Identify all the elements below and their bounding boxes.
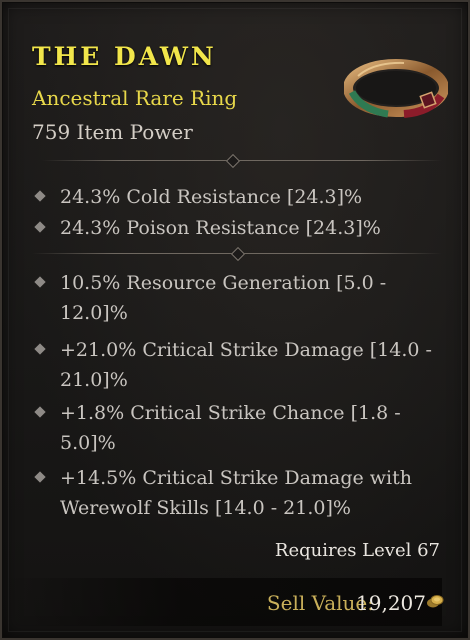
item-tooltip: THE DAWN Ancestral Rare Ring 759 Item Po… xyxy=(0,0,470,640)
affix-line: +14.5% Critical Strike Damage with xyxy=(60,467,412,489)
affix-line: Werewolf Skills [14.0 - 21.0]% xyxy=(60,497,351,519)
affix-text: 24.3% Cold Resistance [24.3]% xyxy=(60,186,363,208)
diamond-bullet-icon xyxy=(34,190,46,202)
diamond-bullet-icon xyxy=(34,221,46,233)
diamond-bullet-icon xyxy=(34,406,46,418)
sell-value: 19,207 xyxy=(356,591,426,615)
affix: 10.5% Resource Generation [5.0 - 12.0]% xyxy=(34,268,456,328)
item-type: Ancestral Rare Ring xyxy=(32,86,238,110)
gold-coin-icon xyxy=(427,595,444,608)
implicit-affix: 24.3% Cold Resistance [24.3]% xyxy=(34,182,456,212)
affix-line: +21.0% Critical Strike Damage [14.0 - xyxy=(60,339,432,361)
item-power: 759 Item Power xyxy=(32,120,193,144)
affix-line: 21.0]% xyxy=(60,369,128,391)
affix-line: +1.8% Critical Strike Chance [1.8 - xyxy=(60,402,401,424)
diamond-bullet-icon xyxy=(34,471,46,483)
affix: +21.0% Critical Strike Damage [14.0 - 21… xyxy=(34,335,456,395)
level-requirement: Requires Level 67 xyxy=(274,540,440,561)
diamond-bullet-icon xyxy=(34,343,46,355)
implicit-affix: 24.3% Poison Resistance [24.3]% xyxy=(34,213,456,243)
affix-text: 24.3% Poison Resistance [24.3]% xyxy=(60,217,381,239)
ring-icon xyxy=(344,59,448,118)
affix-line: 12.0]% xyxy=(60,302,128,324)
affix-line: 5.0]% xyxy=(60,432,116,454)
affix-line: 10.5% Resource Generation [5.0 - xyxy=(60,272,387,294)
diamond-bullet-icon xyxy=(34,276,46,288)
header-divider xyxy=(42,153,442,169)
affix: +14.5% Critical Strike Damage with Werew… xyxy=(34,463,456,523)
affix-divider xyxy=(32,246,442,262)
item-name: THE DAWN xyxy=(32,42,217,71)
affix: +1.8% Critical Strike Chance [1.8 - 5.0]… xyxy=(34,398,456,458)
